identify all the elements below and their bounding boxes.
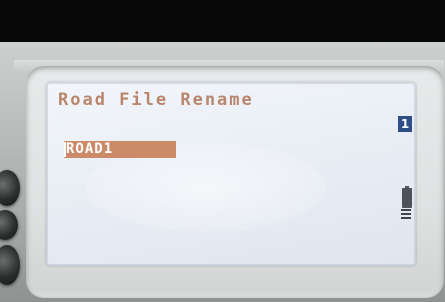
signal-bar [401,209,411,211]
battery-body [402,188,412,208]
page-number-badge: 1 [398,116,412,132]
text-cursor [64,142,66,157]
device-photo: Road File Rename ROAD1 1 [0,0,445,302]
signal-bars-icon [401,209,411,221]
signal-bar [401,213,411,215]
filename-value: ROAD1 [66,141,114,157]
screen-title: Road File Rename [58,90,254,110]
dark-top-band [0,0,445,42]
signal-bar [401,217,411,219]
filename-input[interactable]: ROAD1 [64,141,176,158]
battery-icon [401,186,413,208]
